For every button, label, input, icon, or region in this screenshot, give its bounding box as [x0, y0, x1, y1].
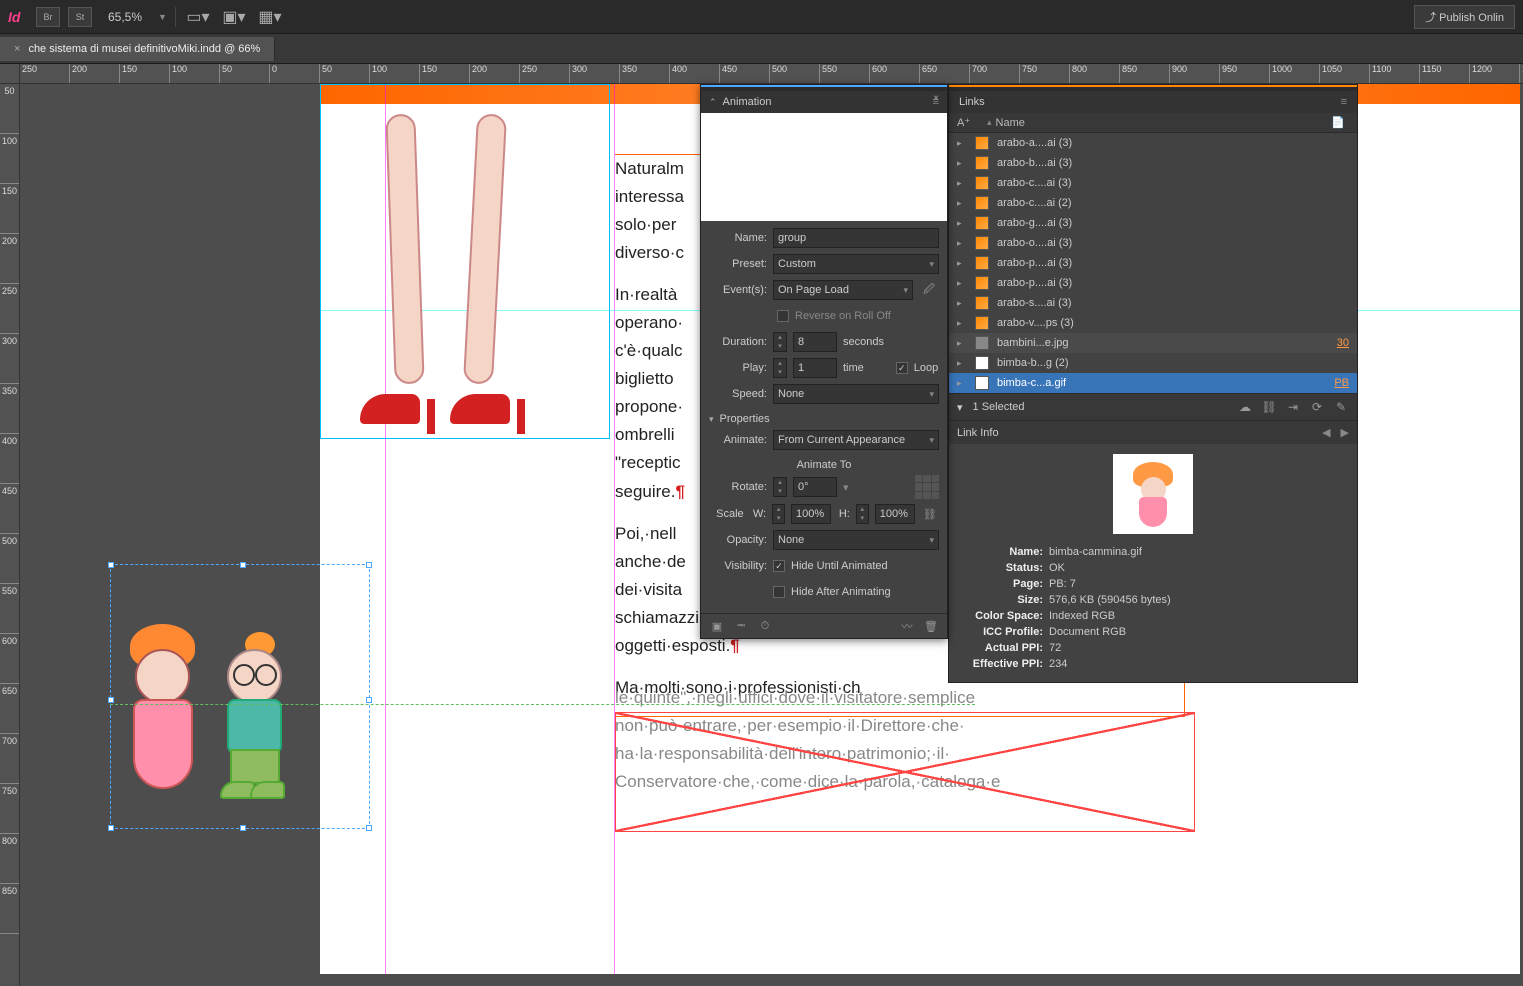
play-input[interactable] [793, 358, 837, 378]
selection-count: 1 Selected [973, 401, 1025, 413]
panel-menu-icon[interactable]: ≡ [1341, 96, 1347, 108]
link-row[interactable]: ▸arabo-g....ai (3) [949, 213, 1357, 233]
top-toolbar: Id Br St 65,5% ▼ ▭▾ ▣▾ ▦▾ ⤴ Publish Onli… [0, 0, 1523, 34]
link-row[interactable]: ▸arabo-s....ai (3) [949, 293, 1357, 313]
rotate-spinner[interactable] [773, 477, 787, 497]
scale-w-spinner[interactable] [772, 504, 785, 524]
timing-panel-icon[interactable]: ⏱ [757, 618, 773, 634]
scale-h-spinner[interactable] [856, 504, 869, 524]
link-row[interactable]: ▸arabo-b....ai (3) [949, 153, 1357, 173]
app-icon: Id [8, 9, 28, 25]
links-list[interactable]: ▸arabo-a....ai (3)▸arabo-b....ai (3)▸ara… [949, 133, 1357, 393]
rotate-input[interactable] [793, 477, 837, 497]
anchor-proxy[interactable] [915, 475, 939, 499]
events-dropdown[interactable]: On Page Load [773, 280, 913, 300]
bridge-button[interactable]: Br [36, 7, 60, 27]
link-row[interactable]: ▸arabo-a....ai (3) [949, 133, 1357, 153]
link-row[interactable]: ▸arabo-v....ps (3) [949, 313, 1357, 333]
animation-preview [701, 113, 947, 221]
panel-close-icon[interactable]: × [933, 93, 939, 104]
links-selection-bar: ▾ 1 Selected ☁ ⛓ ⇥ ⟳ ✎ [949, 393, 1357, 420]
loop-checkbox[interactable] [896, 362, 908, 374]
opacity-dropdown[interactable]: None [773, 530, 939, 550]
speed-dropdown[interactable]: None [773, 384, 939, 404]
hide-until-checkbox[interactable] [773, 560, 785, 572]
link-row[interactable]: ▸arabo-o....ai (3) [949, 233, 1357, 253]
scale-h-input[interactable] [875, 504, 915, 524]
document-tab[interactable]: × che sistema di musei definitivoMiki.in… [0, 37, 275, 61]
separator [175, 7, 176, 27]
link-info-body: Name:bimba-cammina.gifStatus:OKPage:PB: … [949, 444, 1357, 682]
horizontal-ruler[interactable]: 2502001501005005010015020025030035040045… [20, 64, 1523, 84]
motion-path[interactable] [110, 704, 975, 705]
children-illustration [125, 599, 330, 819]
constrain-proportions-icon[interactable]: ⛓ [921, 504, 939, 524]
relink-icon[interactable]: ⛓ [1261, 399, 1277, 415]
tab-close-icon[interactable]: × [14, 43, 20, 55]
overset-text-indicator[interactable] [615, 712, 1195, 832]
hide-after-checkbox[interactable] [773, 586, 785, 598]
properties-section-toggle[interactable]: Properties [709, 409, 939, 429]
link-thumbnail [1113, 454, 1193, 534]
preset-dropdown[interactable]: Custom [773, 254, 939, 274]
link-row[interactable]: ▸bimba-c...a.gifPB [949, 373, 1357, 393]
links-column-header[interactable]: A⁺ ▴Name 📄 [949, 113, 1357, 133]
play-spinner[interactable] [773, 358, 787, 378]
link-row[interactable]: ▸bambini...e.jpg30 [949, 333, 1357, 353]
show-proxy-icon[interactable]: ⭲ [733, 618, 749, 634]
scale-w-input[interactable] [791, 504, 831, 524]
prev-link-icon[interactable]: ◀ [1322, 426, 1330, 439]
preview-spread-icon[interactable]: ▣ [709, 618, 725, 634]
next-link-icon[interactable]: ▶ [1341, 426, 1349, 439]
screen-mode-icon[interactable]: ▣▾ [220, 6, 248, 28]
create-button-trigger-icon[interactable]: 🖉 [919, 280, 939, 300]
link-row[interactable]: ▸bimba-b...g (2) [949, 353, 1357, 373]
convert-to-path-icon[interactable]: 〰 [899, 618, 915, 634]
publish-online-button[interactable]: ⤴ Publish Onlin [1414, 5, 1515, 29]
stock-button[interactable]: St [68, 7, 92, 27]
edit-original-icon[interactable]: ✎ [1333, 399, 1349, 415]
reverse-checkbox[interactable] [777, 310, 789, 322]
animation-panel: × ⌃ Animation ≡ Name: Preset:Custom Even… [700, 84, 948, 639]
tab-title: che sistema di musei definitivoMiki.indd… [28, 43, 260, 55]
link-info-header[interactable]: Link Info ◀ ▶ [949, 420, 1357, 444]
duration-input[interactable] [793, 332, 837, 352]
update-link-icon[interactable]: ⟳ [1309, 399, 1325, 415]
link-row[interactable]: ▸arabo-p....ai (3) [949, 253, 1357, 273]
view-options-icon[interactable]: ▭▾ [184, 6, 212, 28]
trash-icon[interactable]: 🗑 [923, 618, 939, 634]
ruler-origin[interactable] [0, 64, 20, 84]
vertical-ruler[interactable]: 5010015020025030035040045050055060065070… [0, 84, 20, 986]
links-panel-tab[interactable]: Links ≡ [949, 91, 1357, 113]
links-panel: Links ≡ A⁺ ▴Name 📄 ▸arabo-a....ai (3)▸ar… [948, 84, 1358, 683]
zoom-level[interactable]: 65,5% [100, 10, 150, 24]
relink-cc-icon[interactable]: ☁ [1237, 399, 1253, 415]
page-column-icon: 📄 [1331, 116, 1349, 129]
link-row[interactable]: ▸arabo-p....ai (3) [949, 273, 1357, 293]
document-tab-bar: × che sistema di musei definitivoMiki.in… [0, 34, 1523, 64]
duration-spinner[interactable] [773, 332, 787, 352]
goto-link-icon[interactable]: ⇥ [1285, 399, 1301, 415]
animate-dropdown[interactable]: From Current Appearance [773, 430, 939, 450]
animation-name-input[interactable] [773, 228, 939, 248]
link-row[interactable]: ▸arabo-c....ai (3) [949, 173, 1357, 193]
arrange-documents-icon[interactable]: ▦▾ [256, 6, 284, 28]
link-row[interactable]: ▸arabo-c....ai (2) [949, 193, 1357, 213]
legs-illustration [330, 114, 600, 434]
animation-panel-tab[interactable]: ⌃ Animation ≡ [701, 91, 947, 113]
selected-group[interactable] [55, 564, 375, 844]
